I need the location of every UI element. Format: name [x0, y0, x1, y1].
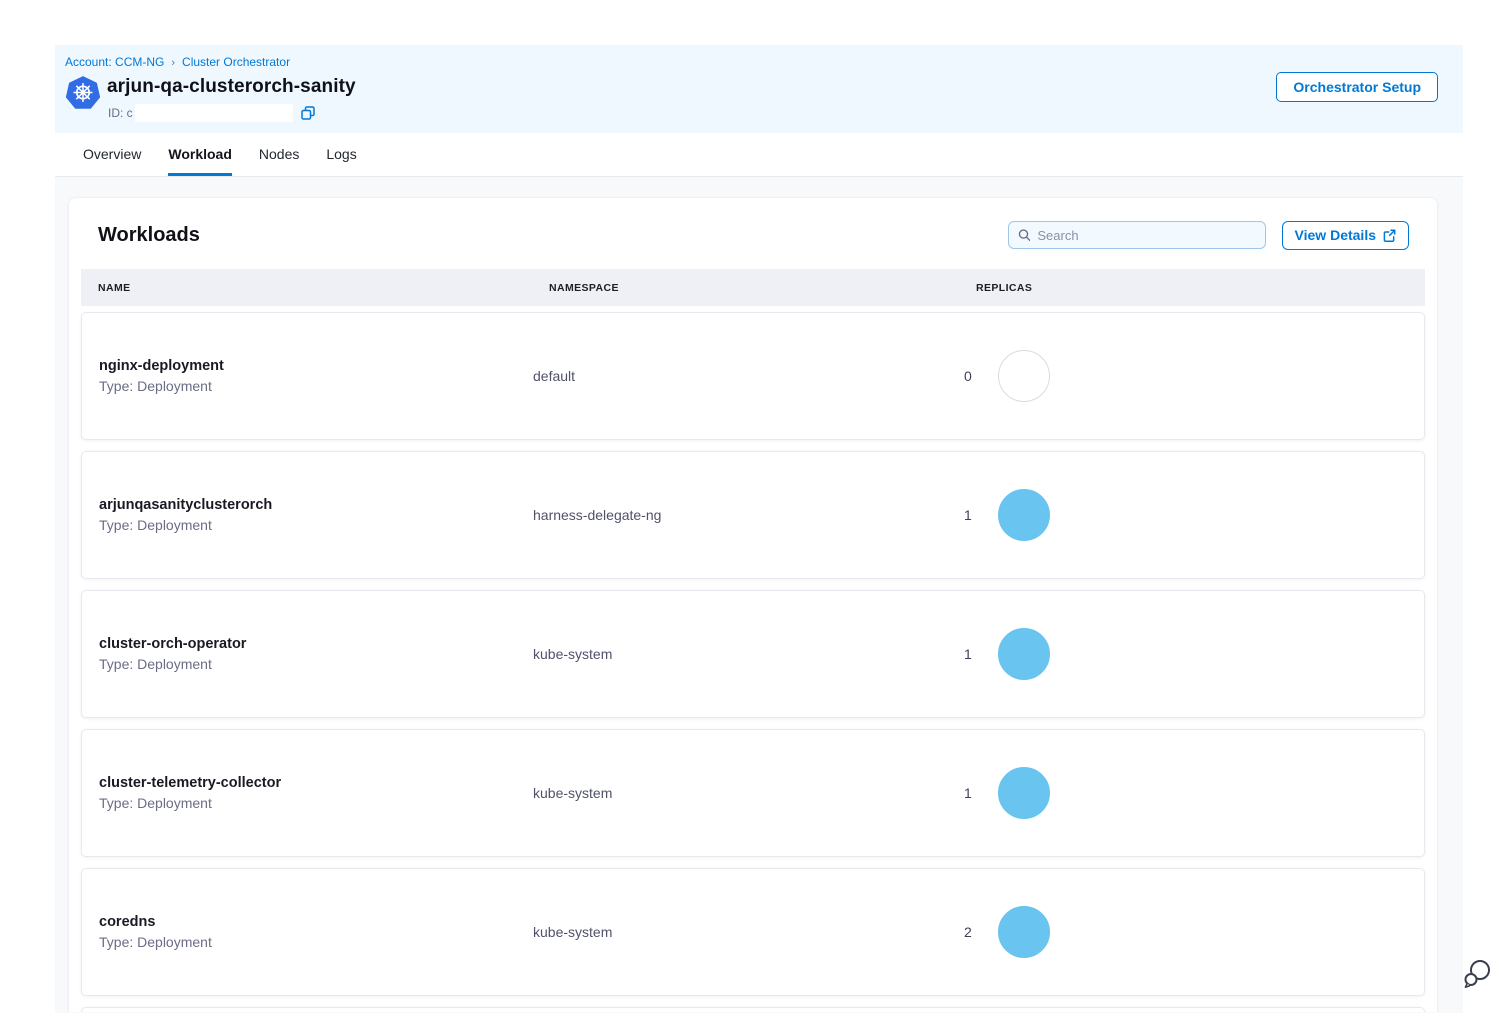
tab[interactable]: Overview — [83, 133, 141, 176]
workload-replicas-cell: 0 — [960, 350, 1424, 402]
workload-name-cell: cluster-orch-operator Type: Deployment — [82, 636, 533, 672]
cluster-id-label: ID: c — [108, 106, 133, 120]
content-area: Workloads View Details — [55, 177, 1463, 1012]
workload-namespace: kube-system — [533, 646, 960, 662]
workload-type: Type: Deployment — [99, 656, 533, 672]
workload-replicas-cell: 1 — [960, 628, 1424, 680]
workload-name-cell: nginx-deployment Type: Deployment — [82, 358, 533, 394]
cluster-id-redacted — [135, 104, 293, 122]
breadcrumb-separator-icon: › — [171, 57, 175, 69]
workload-namespace: kube-system — [533, 785, 960, 801]
column-header-name: NAME — [98, 282, 549, 294]
chat-help-button[interactable] — [1462, 958, 1492, 990]
table-row[interactable]: arjunqasanityclusterorch Type: Deploymen… — [81, 451, 1425, 579]
workload-type: Type: Deployment — [99, 795, 533, 811]
kubernetes-icon — [66, 76, 100, 110]
workload-name: cluster-orch-operator — [99, 636, 533, 652]
workload-rows: nginx-deployment Type: Deployment defaul… — [81, 312, 1425, 996]
workload-replicas-cell: 1 — [960, 489, 1424, 541]
replicas-count: 1 — [960, 507, 998, 523]
column-header-replicas: REPLICAS — [976, 282, 1425, 294]
workload-namespace: harness-delegate-ng — [533, 507, 960, 523]
workload-type: Type: Deployment — [99, 378, 533, 394]
page-title: arjun-qa-clusterorch-sanity — [107, 76, 356, 98]
page-header: Account: CCM-NG › Cluster Orchestrator arj… — [55, 45, 1463, 133]
search-input[interactable] — [1037, 228, 1255, 243]
replicas-count: 1 — [960, 646, 998, 662]
workload-namespace: kube-system — [533, 924, 960, 940]
workload-name: coredns — [99, 914, 533, 930]
replicas-count: 2 — [960, 924, 998, 940]
breadcrumb: Account: CCM-NG › Cluster Orchestrator — [65, 55, 290, 69]
table-row[interactable]: cluster-telemetry-collector Type: Deploy… — [81, 729, 1425, 857]
tab-bar: Overview Workload Nodes Logs — [55, 133, 1463, 177]
workloads-toolbar: Workloads View Details — [81, 220, 1425, 250]
workload-type: Type: Deployment — [99, 517, 533, 533]
cluster-id-row: ID: c — [108, 104, 315, 122]
external-link-icon — [1383, 229, 1396, 242]
workload-type: Type: Deployment — [99, 934, 533, 950]
replicas-count: 0 — [960, 368, 998, 384]
tab[interactable]: Logs — [326, 133, 356, 176]
tab-label: Nodes — [259, 146, 299, 162]
chat-bubbles-icon — [1462, 958, 1492, 990]
replicas-status-circle — [998, 489, 1050, 541]
copy-id-icon[interactable] — [301, 106, 315, 120]
table-row-partial[interactable] — [81, 1007, 1425, 1012]
search-icon — [1018, 228, 1031, 242]
table-row[interactable]: coredns Type: Deployment kube-system 2 — [81, 868, 1425, 996]
workload-namespace: default — [533, 368, 960, 384]
replicas-status-circle — [998, 628, 1050, 680]
partial-row-container — [81, 1007, 1425, 1012]
replicas-count: 1 — [960, 785, 998, 801]
breadcrumb-account-link[interactable]: Account: CCM-NG — [65, 55, 164, 69]
workload-name: arjunqasanityclusterorch — [99, 497, 533, 513]
workload-name-cell: coredns Type: Deployment — [82, 914, 533, 950]
workloads-card: Workloads View Details — [68, 197, 1438, 1012]
tab-label: Overview — [83, 146, 141, 162]
column-header-namespace: NAMESPACE — [549, 282, 976, 294]
workloads-search[interactable] — [1008, 221, 1266, 249]
workload-replicas-cell: 1 — [960, 767, 1424, 819]
tab-label: Logs — [326, 146, 356, 162]
view-details-label: View Details — [1295, 227, 1376, 243]
breadcrumb-cluster-orchestrator-link[interactable]: Cluster Orchestrator — [182, 55, 290, 69]
workload-name-cell: cluster-telemetry-collector Type: Deploy… — [82, 775, 533, 811]
replicas-status-circle — [998, 767, 1050, 819]
workload-name: nginx-deployment — [99, 358, 533, 374]
cluster-orchestrator-page: Account: CCM-NG › Cluster Orchestrator arj… — [55, 45, 1463, 1013]
replicas-status-circle — [998, 350, 1050, 402]
tab[interactable]: Workload — [168, 133, 232, 176]
workload-replicas-cell: 2 — [960, 906, 1424, 958]
workload-name: cluster-telemetry-collector — [99, 775, 533, 791]
orchestrator-setup-button[interactable]: Orchestrator Setup — [1276, 72, 1438, 102]
workload-name-cell: arjunqasanityclusterorch Type: Deploymen… — [82, 497, 533, 533]
table-row[interactable]: nginx-deployment Type: Deployment defaul… — [81, 312, 1425, 440]
tab-label: Workload — [168, 146, 232, 162]
view-details-button[interactable]: View Details — [1282, 221, 1409, 250]
table-row[interactable]: cluster-orch-operator Type: Deployment k… — [81, 590, 1425, 718]
replicas-status-circle — [998, 906, 1050, 958]
table-header: NAME NAMESPACE REPLICAS — [81, 269, 1425, 306]
tab[interactable]: Nodes — [259, 133, 299, 176]
workloads-title: Workloads — [98, 224, 200, 247]
